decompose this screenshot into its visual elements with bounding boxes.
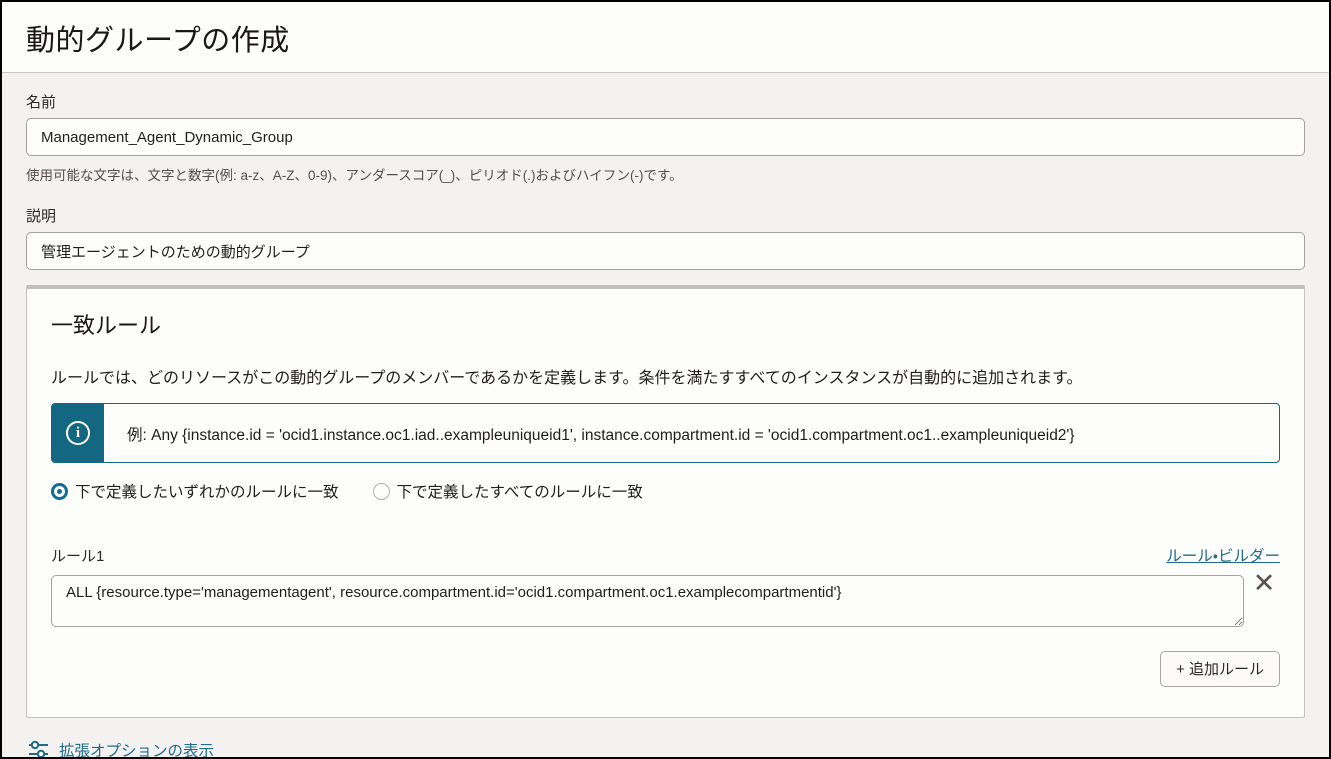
- info-icon: i: [66, 421, 90, 445]
- rule-example-infobox: i 例: Any {instance.id = 'ocid1.instance.…: [51, 403, 1280, 463]
- name-helper-text: 使用可能な文字は、文字と数字(例: a-z、A-Z、0-9)、アンダースコア(_…: [26, 164, 1305, 184]
- match-mode-radio-group: 下で定義したいずれかのルールに一致 下で定義したすべてのルールに一致: [51, 480, 1280, 502]
- infobox-stripe: i: [52, 404, 104, 462]
- radio-match-all[interactable]: 下で定義したすべてのルールに一致: [373, 480, 643, 502]
- matching-rules-panel: 一致ルール ルールでは、どのリソースがこの動的グループのメンバーであるかを定義し…: [26, 285, 1305, 718]
- rule1-textarea[interactable]: ALL {resource.type='managementagent', re…: [51, 575, 1244, 627]
- radio-match-all-circle[interactable]: [373, 483, 390, 500]
- rule1-remove-icon[interactable]: ✕: [1248, 567, 1280, 599]
- radio-match-any-label: 下で定義したいずれかのルールに一致: [75, 480, 339, 502]
- description-input[interactable]: [26, 232, 1305, 270]
- create-dynamic-group-dialog: 動的グループの作成 名前 使用可能な文字は、文字と数字(例: a-z、A-Z、0…: [0, 0, 1331, 759]
- matching-rules-description: ルールでは、どのリソースがこの動的グループのメンバーであるかを定義します。条件を…: [51, 364, 1280, 388]
- description-label: 説明: [26, 205, 1305, 226]
- matching-rules-title: 一致ルール: [51, 308, 1280, 340]
- add-rule-button[interactable]: + 追加ルール: [1160, 651, 1280, 687]
- show-advanced-options-link[interactable]: 拡張オプションの表示: [59, 739, 214, 759]
- radio-match-all-label: 下で定義したすべてのルールに一致: [397, 480, 643, 502]
- rule1-header: ルール1 ルール・ビルダー: [51, 544, 1280, 566]
- rule-builder-link[interactable]: ルール・ビルダー: [1166, 544, 1280, 566]
- advanced-options-row: 拡張オプションの表示: [26, 738, 1305, 759]
- radio-match-any[interactable]: 下で定義したいずれかのルールに一致: [51, 480, 339, 502]
- sliders-icon: [27, 738, 50, 759]
- name-label: 名前: [26, 91, 1305, 112]
- add-rule-row: + 追加ルール: [51, 651, 1280, 687]
- dialog-header: 動的グループの作成: [2, 2, 1329, 73]
- dialog-body: 名前 使用可能な文字は、文字と数字(例: a-z、A-Z、0-9)、アンダースコ…: [2, 73, 1329, 759]
- rule1-row: ALL {resource.type='managementagent', re…: [51, 575, 1280, 627]
- rule-example-text: 例: Any {instance.id = 'ocid1.instance.oc…: [104, 404, 1091, 462]
- name-input[interactable]: [26, 118, 1305, 156]
- rule1-label: ルール1: [51, 545, 104, 566]
- radio-match-any-circle[interactable]: [51, 483, 68, 500]
- page-title: 動的グループの作成: [26, 17, 1305, 59]
